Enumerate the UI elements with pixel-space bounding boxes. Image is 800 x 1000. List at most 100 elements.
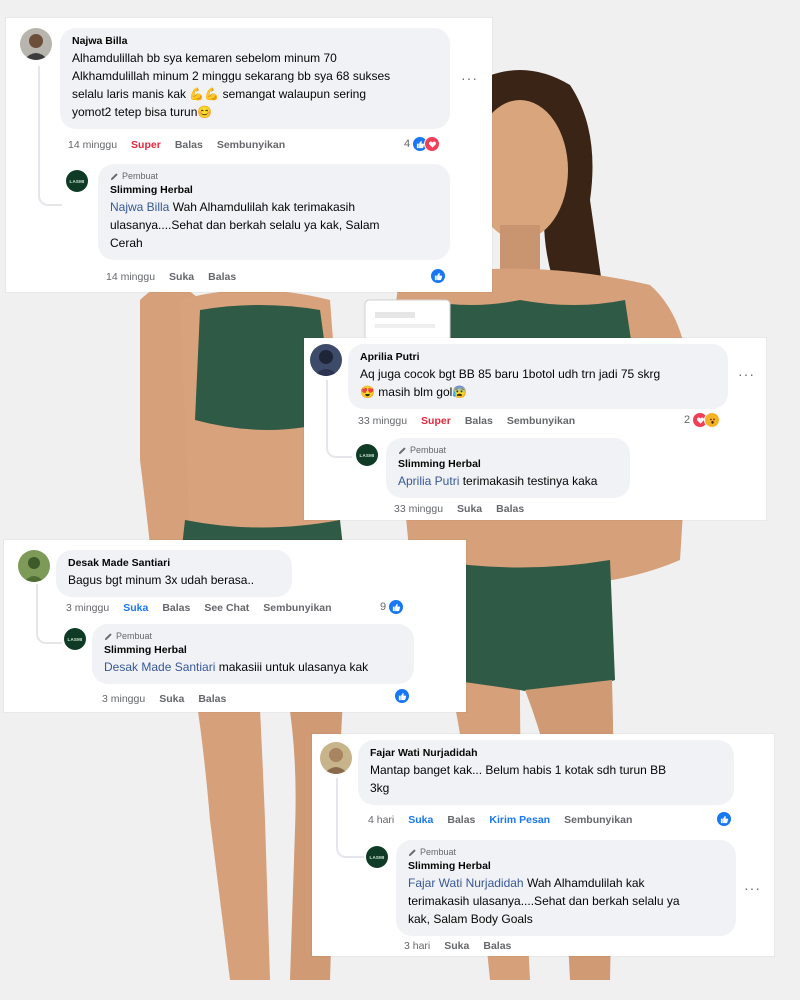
like-button[interactable]: Suka [444, 939, 469, 953]
reply-time[interactable]: 14 minggu [106, 270, 155, 284]
reply-bubble: Pembuat Slimming Herbal Fajar Wati Nurja… [396, 840, 736, 936]
comment-time[interactable]: 33 minggu [358, 414, 407, 428]
brand-logo-text: LASMI [359, 452, 375, 458]
like-icon [388, 599, 405, 615]
reaction-summary[interactable]: 4 [404, 136, 441, 152]
see-chat-button[interactable]: See Chat [204, 601, 249, 615]
hide-button[interactable]: Sembunyikan [217, 138, 285, 152]
pencil-icon [110, 173, 118, 181]
brand-logo-text: LASMI [69, 178, 85, 184]
reaction-summary[interactable] [716, 811, 732, 827]
reply-author[interactable]: Slimming Herbal [104, 643, 402, 658]
like-icon [716, 811, 732, 827]
reply-button[interactable]: Balas [198, 692, 226, 706]
reply-text-line: Najwa Billa Wah Alhamdulilah kak terimak… [110, 198, 438, 216]
thread-connector [38, 66, 62, 206]
comment-time[interactable]: 4 hari [368, 813, 394, 827]
user-avatar[interactable] [20, 28, 52, 60]
like-button[interactable]: Suka [159, 692, 184, 706]
mentioned-user[interactable]: Aprilia Putri [398, 474, 459, 488]
more-options-icon[interactable]: ··· [738, 366, 755, 382]
page-avatar[interactable]: LASMI [64, 628, 86, 650]
creator-badge: Pembuat [104, 630, 402, 643]
send-message-button[interactable]: Kirim Pesan [489, 813, 550, 827]
reply-author[interactable]: Slimming Herbal [398, 457, 618, 472]
more-options-icon[interactable]: ··· [461, 70, 478, 86]
reply-text: makasiii untuk ulasanya kak [215, 660, 369, 674]
reply-text-line: terimakasih ulasanya....Sehat dan berkah… [408, 894, 680, 908]
reaction-button[interactable]: Super [131, 138, 161, 152]
reply-button[interactable]: Balas [496, 502, 524, 516]
comment-time[interactable]: 14 minggu [68, 138, 117, 152]
page-avatar[interactable]: LASMI [366, 846, 388, 868]
reply-text-line: kak, Salam Body Goals [408, 912, 533, 926]
comment-author[interactable]: Fajar Wati Nurjadidah [370, 746, 722, 761]
reply-author[interactable]: Slimming Herbal [110, 183, 438, 198]
reply-reaction-summary[interactable] [394, 688, 410, 704]
reply-actions: 14 minggu Suka Balas [106, 270, 236, 284]
like-button[interactable]: Suka [123, 601, 148, 615]
creator-label: Pembuat [410, 445, 447, 455]
reaction-count: 2 [684, 414, 691, 426]
like-button[interactable]: Suka [457, 502, 482, 516]
comment-author[interactable]: Aprilia Putri [360, 350, 716, 365]
reply-button[interactable]: Balas [208, 270, 236, 284]
brand-logo-text: LASMI [67, 636, 83, 642]
comment-card: Desak Made Santiari Bagus bgt minum 3x u… [4, 540, 466, 712]
reply-button[interactable]: Balas [483, 939, 511, 953]
comment-bubble: Aprilia Putri Aq juga cocok bgt BB 85 ba… [348, 344, 728, 409]
reaction-count: 4 [404, 138, 411, 150]
comment-bubble: Desak Made Santiari Bagus bgt minum 3x u… [56, 550, 292, 597]
comment-author[interactable]: Desak Made Santiari [68, 556, 280, 571]
reply-time[interactable]: 33 minggu [394, 502, 443, 516]
like-button[interactable]: Suka [169, 270, 194, 284]
reply-text-line: Aprilia Putri terimakasih testinya kaka [398, 472, 618, 490]
more-options-icon[interactable]: ··· [744, 880, 761, 896]
mentioned-user[interactable]: Fajar Wati Nurjadidah [408, 876, 524, 890]
hide-button[interactable]: Sembunyikan [564, 813, 632, 827]
reply-text: Wah Alhamdulilah kak terimakasih [169, 200, 355, 214]
page-avatar[interactable]: LASMI [66, 170, 88, 192]
hide-button[interactable]: Sembunyikan [263, 601, 331, 615]
reply-button[interactable]: Balas [175, 138, 203, 152]
mentioned-user[interactable]: Desak Made Santiari [104, 660, 215, 674]
comment-bubble: Najwa Billa Alhamdulillah bb sya kemaren… [60, 28, 450, 129]
reaction-button[interactable]: Super [421, 414, 451, 428]
page-avatar[interactable]: LASMI [356, 444, 378, 466]
user-avatar[interactable] [320, 742, 352, 774]
reply-text-line: ulasanya....Sehat dan berkah selalu ya k… [110, 218, 380, 232]
like-icon [430, 268, 446, 284]
like-button[interactable]: Suka [408, 813, 433, 827]
reply-actions: 3 minggu Suka Balas [102, 692, 226, 706]
comment-card: Aprilia Putri Aq juga cocok bgt BB 85 ba… [304, 338, 766, 520]
reply-text-line: Fajar Wati Nurjadidah Wah Alhamdulilah k… [408, 874, 724, 892]
comment-text-line: Alkhamdulillah minum 2 minggu sekarang b… [72, 69, 391, 83]
comment-text-line: yomot2 tetep bisa turun😊 [72, 105, 213, 119]
comment-actions: 14 minggu Super Balas Sembunyikan [68, 138, 285, 152]
thread-connector [36, 584, 62, 644]
reply-author[interactable]: Slimming Herbal [408, 859, 724, 874]
mentioned-user[interactable]: Najwa Billa [110, 200, 169, 214]
comment-text-line: Mantap banget kak... Belum habis 1 kotak… [370, 763, 667, 777]
reply-actions: 33 minggu Suka Balas [394, 502, 524, 516]
reply-time[interactable]: 3 minggu [102, 692, 145, 706]
reaction-summary[interactable]: 9 [380, 599, 405, 615]
thread-connector [326, 380, 352, 458]
creator-badge: Pembuat [408, 846, 724, 859]
reaction-count: 9 [380, 601, 387, 613]
user-avatar[interactable] [310, 344, 342, 376]
hide-button[interactable]: Sembunyikan [507, 414, 575, 428]
creator-label: Pembuat [122, 171, 159, 181]
pencil-icon [104, 633, 112, 641]
comment-author[interactable]: Najwa Billa [72, 34, 438, 49]
creator-badge: Pembuat [398, 444, 618, 457]
reply-reaction-summary[interactable] [430, 268, 446, 284]
user-avatar[interactable] [18, 550, 50, 582]
comment-time[interactable]: 3 minggu [66, 601, 109, 615]
reply-time[interactable]: 3 hari [404, 939, 430, 953]
reply-text: terimakasih testinya kaka [459, 474, 598, 488]
reaction-summary[interactable]: 2 [684, 412, 721, 428]
reply-button[interactable]: Balas [447, 813, 475, 827]
reply-button[interactable]: Balas [162, 601, 190, 615]
reply-button[interactable]: Balas [465, 414, 493, 428]
